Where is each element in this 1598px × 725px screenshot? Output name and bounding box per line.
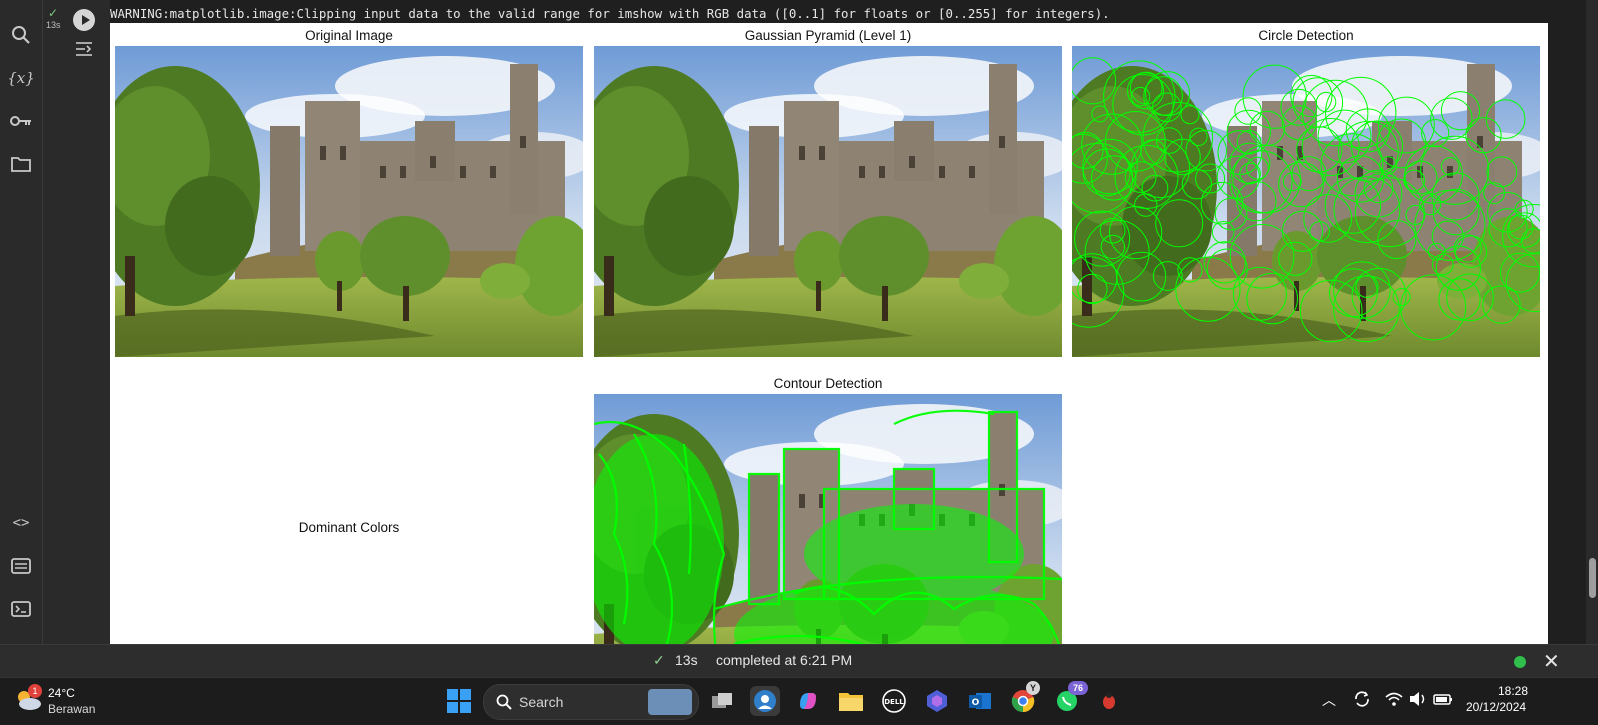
- status-check-icon: ✓: [653, 652, 665, 668]
- cell-gutter: ✓ 13s: [43, 0, 110, 644]
- contour-detection-image: [594, 394, 1062, 644]
- windows-taskbar: 1 24°C Berawan Search DELL O Y 76 ︿ 18:2…: [0, 677, 1598, 725]
- key-icon[interactable]: [9, 109, 33, 133]
- hex-app-icon[interactable]: [922, 686, 952, 716]
- status-message: completed at 6:21 PM: [716, 652, 853, 668]
- chrome-icon[interactable]: Y: [1008, 681, 1040, 716]
- whatsapp-badge: 76: [1068, 681, 1088, 695]
- execution-time: 13s: [46, 20, 61, 30]
- search-highlight-image: [648, 689, 692, 715]
- search-icon: [496, 694, 512, 710]
- command-palette-icon[interactable]: [9, 554, 33, 578]
- variables-icon[interactable]: {x}: [7, 66, 35, 90]
- search-icon[interactable]: [9, 23, 33, 47]
- svg-text:DELL: DELL: [884, 698, 904, 706]
- connection-status-icon: [1514, 656, 1526, 668]
- weather-temp: 24°C: [48, 686, 75, 700]
- close-icon[interactable]: ✕: [1543, 649, 1560, 674]
- gaussian-pyramid-image: [594, 46, 1062, 357]
- scrollbar-thumb[interactable]: [1589, 558, 1596, 598]
- outlook-icon[interactable]: O: [965, 686, 995, 716]
- terminal-icon[interactable]: [9, 597, 33, 621]
- code-snippets-icon[interactable]: <>: [9, 511, 33, 535]
- output-menu-icon[interactable]: [73, 38, 95, 60]
- warning-output: WARNING:matplotlib.image:Clipping input …: [110, 6, 1110, 21]
- sync-icon[interactable]: [1352, 689, 1372, 714]
- taskbar-search-box[interactable]: Search: [483, 684, 699, 720]
- chevron-up-icon[interactable]: ︿: [1322, 690, 1336, 710]
- vertical-scrollbar[interactable]: [1586, 0, 1598, 644]
- status-bar: ✓ 13s completed at 6:21 PM ✕: [0, 644, 1598, 678]
- cell-output: Original Image Gaussian Pyramid (Level 1…: [110, 23, 1548, 644]
- weather-badge: 1: [28, 684, 42, 698]
- plot-title-circles: Circle Detection: [1258, 28, 1354, 43]
- battery-icon[interactable]: [1432, 690, 1454, 713]
- start-button[interactable]: [447, 689, 471, 713]
- chrome-profile-badge: Y: [1026, 681, 1040, 695]
- bug-app-icon[interactable]: [1094, 686, 1124, 716]
- clock-time[interactable]: 18:28: [1498, 684, 1528, 698]
- volume-icon[interactable]: [1408, 690, 1428, 713]
- file-explorer-icon[interactable]: [836, 686, 866, 716]
- plot-title-original: Original Image: [305, 28, 393, 43]
- dell-icon[interactable]: DELL: [879, 686, 909, 716]
- run-cell-button[interactable]: [73, 9, 95, 31]
- circle-detection-image: [1072, 46, 1540, 357]
- task-view-icon[interactable]: [707, 686, 737, 716]
- search-placeholder: Search: [519, 694, 564, 710]
- status-time: 13s: [675, 652, 698, 668]
- svg-text:O: O: [972, 698, 980, 708]
- weather-desc: Berawan: [48, 702, 96, 716]
- whatsapp-icon[interactable]: 76: [1052, 681, 1088, 716]
- folder-icon[interactable]: [9, 152, 33, 176]
- taskbar-app-profile-icon[interactable]: [750, 686, 780, 716]
- copilot-icon[interactable]: [793, 686, 823, 716]
- original-image: [115, 46, 583, 357]
- plot-title-dominant: Dominant Colors: [298, 520, 400, 535]
- weather-icon[interactable]: 1: [14, 684, 42, 712]
- plot-title-pyramid: Gaussian Pyramid (Level 1): [744, 28, 912, 43]
- execution-success-icon: ✓: [48, 6, 59, 20]
- clock-date[interactable]: 20/12/2024: [1466, 700, 1526, 714]
- plot-title-contour: Contour Detection: [773, 376, 883, 391]
- left-rail: {x} <>: [0, 0, 43, 644]
- wifi-icon[interactable]: [1384, 690, 1404, 713]
